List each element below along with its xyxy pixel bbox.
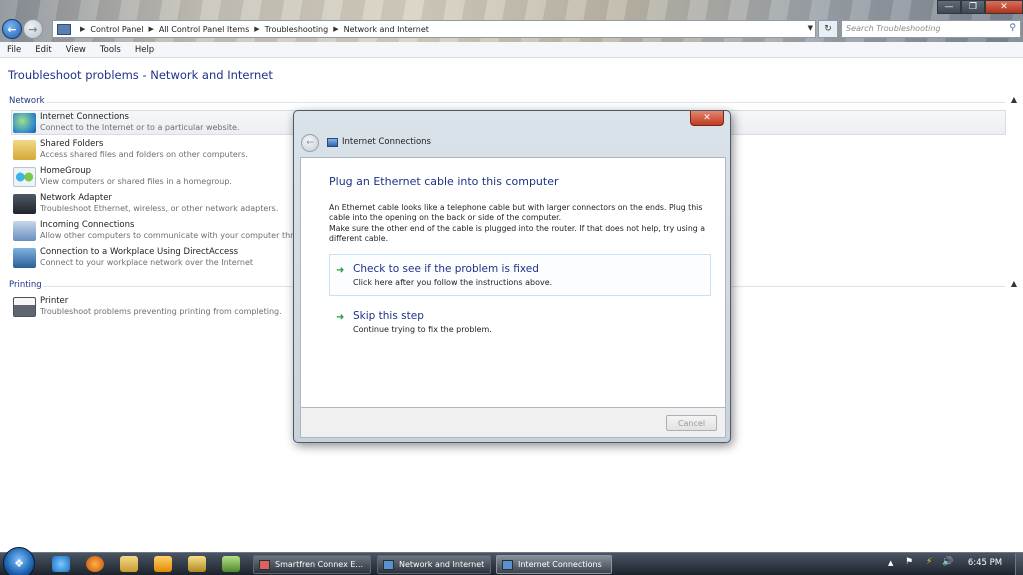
troubleshooter-dialog: ✕ ← Internet Connections Plug an Etherne… xyxy=(293,110,731,443)
window-title-bar: — ❐ ✕ ← → ▶ Control Panel ▶ All Control … xyxy=(0,0,1023,42)
directaccess-icon xyxy=(13,248,36,268)
winamp-icon[interactable] xyxy=(188,556,206,572)
breadcrumb-all-items[interactable]: All Control Panel Items xyxy=(159,25,249,34)
incoming-connections-icon xyxy=(13,221,36,241)
window-controls: — ❐ ✕ xyxy=(937,0,1023,14)
printer-icon xyxy=(13,297,36,317)
collapse-chevron-icon[interactable]: ▲ xyxy=(1011,95,1017,104)
restore-button[interactable]: ❐ xyxy=(961,0,985,14)
dialog-title: Internet Connections xyxy=(342,137,431,147)
dialog-back-button[interactable]: ← xyxy=(301,134,319,152)
green-arrow-icon: ➜ xyxy=(336,265,345,276)
search-placeholder: Search Troubleshooting xyxy=(846,24,941,33)
skip-step-option[interactable]: ➜ Skip this step Continue trying to fix … xyxy=(329,301,711,343)
breadcrumb-separator-icon[interactable]: ▶ xyxy=(80,25,85,33)
item-title: Connection to a Workplace Using DirectAc… xyxy=(40,247,239,257)
taskbar: ❖ Smartfren Connex E... Network and Inte… xyxy=(0,547,1023,575)
menu-help[interactable]: Help xyxy=(135,45,154,55)
clock[interactable]: 6:45 PM xyxy=(958,558,1012,568)
show-desktop-button[interactable] xyxy=(1015,553,1023,575)
taskbar-item-smartfren[interactable]: Smartfren Connex E... xyxy=(253,555,371,574)
breadcrumb-control-panel[interactable]: Control Panel xyxy=(90,25,143,34)
breadcrumb-troubleshooting[interactable]: Troubleshooting xyxy=(265,25,329,34)
globe-icon xyxy=(13,113,36,133)
dialog-close-button[interactable]: ✕ xyxy=(690,111,724,126)
firefox-icon[interactable] xyxy=(86,556,104,572)
internet-explorer-icon[interactable] xyxy=(52,556,70,572)
item-description: Connect to the Internet or to a particul… xyxy=(40,123,240,132)
file-explorer-icon[interactable] xyxy=(120,556,138,572)
instruction-text: Make sure the other end of the cable is … xyxy=(329,224,705,243)
start-button[interactable]: ❖ xyxy=(3,547,35,575)
item-description: Troubleshoot problems preventing printin… xyxy=(40,307,282,316)
troubleshooter-icon xyxy=(502,559,513,570)
item-description: View computers or shared files in a home… xyxy=(40,177,232,186)
menu-bar: File Edit View Tools Help xyxy=(0,42,1023,58)
forward-button[interactable]: → xyxy=(23,19,43,39)
menu-edit[interactable]: Edit xyxy=(35,45,51,55)
item-title: Printer xyxy=(40,296,69,306)
dialog-footer: Cancel xyxy=(300,408,726,438)
green-arrow-icon: ➜ xyxy=(336,312,345,323)
group-printing-label: Printing xyxy=(9,280,42,290)
item-description: Troubleshoot Ethernet, wireless, or othe… xyxy=(40,204,279,213)
control-panel-icon xyxy=(383,559,394,570)
dialog-body: Plug an Ethernet cable into this compute… xyxy=(300,157,726,408)
dialog-heading: Plug an Ethernet cable into this compute… xyxy=(329,175,559,188)
network-adapter-icon xyxy=(13,194,36,214)
group-network-header: Network ▲ xyxy=(9,95,1017,106)
media-player-icon[interactable] xyxy=(154,556,172,572)
menu-file[interactable]: File xyxy=(7,45,21,55)
taskbar-item-label: Smartfren Connex E... xyxy=(275,560,364,569)
cancel-button[interactable]: Cancel xyxy=(666,415,717,431)
control-panel-icon xyxy=(57,23,71,35)
refresh-button[interactable]: ↻ xyxy=(818,20,838,38)
address-dropdown-icon[interactable]: ▼ xyxy=(808,24,813,32)
minimize-button[interactable]: — xyxy=(937,0,961,14)
search-input[interactable]: Search Troubleshooting ⚲ xyxy=(841,20,1021,38)
smartfren-icon xyxy=(259,559,270,570)
taskbar-item-network-internet[interactable]: Network and Internet xyxy=(377,555,491,574)
search-icon[interactable]: ⚲ xyxy=(1009,23,1016,33)
breadcrumb-network-internet[interactable]: Network and Internet xyxy=(344,25,429,34)
option-description: Click here after you follow the instruct… xyxy=(353,278,553,287)
option-title: Skip this step xyxy=(353,310,424,322)
menu-view[interactable]: View xyxy=(66,45,86,55)
instruction-text: An Ethernet cable looks like a telephone… xyxy=(329,203,703,222)
power-icon[interactable]: ⚡ xyxy=(926,557,932,567)
collapse-chevron-icon[interactable]: ▲ xyxy=(1011,279,1017,288)
network-app-icon[interactable] xyxy=(222,556,240,572)
page-title: Troubleshoot problems - Network and Inte… xyxy=(8,68,273,82)
item-description: Allow other computers to communicate wit… xyxy=(40,231,294,240)
close-button[interactable]: ✕ xyxy=(985,0,1023,14)
item-title: Internet Connections xyxy=(40,112,129,122)
volume-icon[interactable]: 🔊 xyxy=(942,557,953,567)
breadcrumb-separator-icon[interactable]: ▶ xyxy=(148,25,153,33)
taskbar-item-label: Internet Connections xyxy=(518,560,602,569)
breadcrumb-separator-icon[interactable]: ▶ xyxy=(254,25,259,33)
option-description: Continue trying to fix the problem. xyxy=(353,325,492,334)
item-description: Connect to your workplace network over t… xyxy=(40,258,254,267)
action-center-flag-icon[interactable]: ⚑ xyxy=(905,557,913,567)
item-description: Access shared files and folders on other… xyxy=(40,150,248,159)
item-title: HomeGroup xyxy=(40,166,91,176)
check-problem-fixed-option[interactable]: ➜ Check to see if the problem is fixed C… xyxy=(329,254,711,296)
taskbar-item-label: Network and Internet xyxy=(399,560,485,569)
item-title: Shared Folders xyxy=(40,139,104,149)
folder-icon xyxy=(13,140,36,160)
troubleshooter-icon xyxy=(327,138,338,147)
breadcrumb-separator-icon[interactable]: ▶ xyxy=(333,25,338,33)
taskbar-item-internet-connections[interactable]: Internet Connections xyxy=(496,555,612,574)
homegroup-icon xyxy=(13,167,36,187)
item-title: Incoming Connections xyxy=(40,220,135,230)
back-button[interactable]: ← xyxy=(2,19,22,39)
item-title: Network Adapter xyxy=(40,193,112,203)
group-network-label: Network xyxy=(9,96,45,106)
menu-tools[interactable]: Tools xyxy=(100,45,121,55)
option-title: Check to see if the problem is fixed xyxy=(353,263,539,275)
address-bar[interactable]: ▶ Control Panel ▶ All Control Panel Item… xyxy=(52,20,816,38)
tray-expand-icon[interactable]: ▲ xyxy=(888,559,893,567)
divider xyxy=(47,102,1005,103)
